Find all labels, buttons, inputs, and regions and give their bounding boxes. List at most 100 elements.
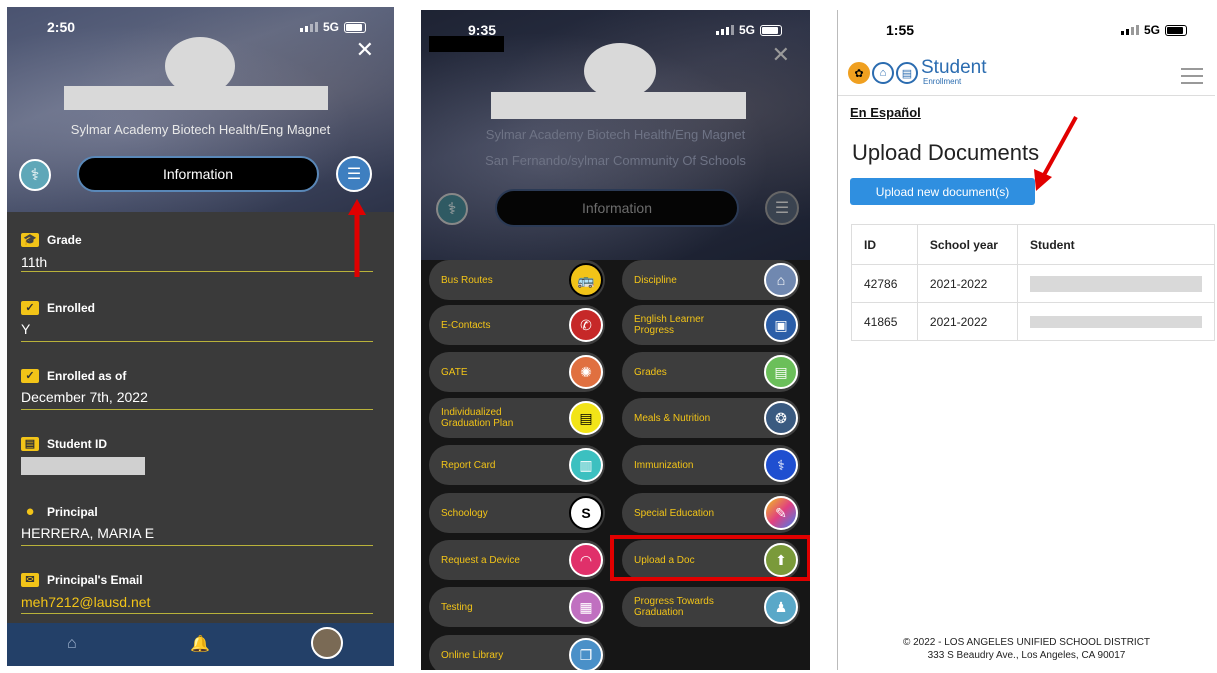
menu-e-contacts[interactable]: E-Contacts ✆ bbox=[429, 305, 605, 345]
lausd-seal-icon: ✿ bbox=[848, 62, 870, 84]
network-label: 5G bbox=[322, 20, 339, 34]
information-button[interactable]: Information bbox=[495, 189, 739, 227]
badge-icon[interactable]: ⚕ bbox=[436, 193, 468, 225]
menu-label: Individualized Graduation Plan bbox=[441, 407, 514, 429]
divider bbox=[21, 271, 373, 272]
field-value-enrolled: Y bbox=[21, 321, 31, 337]
enrollment-document-icon: ▤ bbox=[896, 62, 918, 84]
field-label-principal-email: Principal's Email bbox=[47, 573, 143, 587]
list-menu-icon[interactable]: ☰ bbox=[765, 191, 799, 225]
mail-icon: ✉ bbox=[21, 573, 39, 587]
menu-label: Grades bbox=[634, 366, 667, 378]
menu-gate[interactable]: GATE ✺ bbox=[429, 352, 605, 392]
status-time: 1:55 bbox=[886, 22, 915, 38]
redacted-block bbox=[429, 36, 504, 52]
community-name: San Fernando/sylmar Community Of Schools bbox=[485, 153, 746, 168]
page-footer: © 2022 - LOS ANGELES UNIFIED SCHOOL DIST… bbox=[838, 636, 1215, 662]
menu-meals-nutrition[interactable]: Meals & Nutrition ❂ bbox=[622, 398, 800, 438]
redacted-name bbox=[64, 86, 328, 110]
school-house-icon: ⌂ bbox=[764, 263, 798, 297]
utensils-icon: ❂ bbox=[764, 401, 798, 435]
field-value-principal-email[interactable]: meh7212@lausd.net bbox=[21, 594, 150, 610]
battery-icon bbox=[1165, 24, 1187, 36]
caduceus-icon: ⚕ bbox=[764, 448, 798, 482]
divider bbox=[21, 613, 373, 614]
cell-school-year: 2021-2022 bbox=[916, 264, 1019, 303]
menu-label: English Learner Progress bbox=[634, 314, 705, 336]
menu-label: Meals & Nutrition bbox=[634, 412, 711, 424]
checkbox-icon: ✓ bbox=[21, 301, 39, 315]
menu-testing[interactable]: Testing ▦ bbox=[429, 587, 605, 627]
school-name: Sylmar Academy Biotech Health/Eng Magnet bbox=[70, 122, 331, 137]
upload-new-documents-button[interactable]: Upload new document(s) bbox=[850, 178, 1035, 205]
table-row[interactable]: 42786 2021-2022 bbox=[851, 264, 1215, 303]
menu-label: Schoology bbox=[441, 507, 488, 519]
footer-copyright: © 2022 - LOS ANGELES UNIFIED SCHOOL DIST… bbox=[902, 637, 1151, 648]
cell-school-year: 2021-2022 bbox=[916, 302, 1019, 341]
battery-icon bbox=[760, 24, 782, 36]
table-row[interactable]: 41865 2021-2022 bbox=[851, 302, 1215, 341]
menu-progress-towards-graduation[interactable]: Progress Towards Graduation ♟ bbox=[622, 587, 800, 627]
hamburger-menu-icon[interactable] bbox=[1181, 68, 1203, 89]
documents-table: ID School year Student 42786 2021-2022 4… bbox=[851, 224, 1215, 341]
menu-request-a-device[interactable]: Request a Device ◠ bbox=[429, 540, 605, 580]
home-icon[interactable]: ⌂ bbox=[67, 635, 77, 653]
close-icon[interactable]: ✕ bbox=[772, 42, 790, 68]
profile-avatar-icon[interactable] bbox=[311, 627, 343, 659]
field-label-student-id: Student ID bbox=[47, 437, 107, 451]
field-value-enrolled-as-of: December 7th, 2022 bbox=[21, 389, 148, 405]
network-label: 5G bbox=[1143, 23, 1160, 37]
menu-schoology[interactable]: Schoology S bbox=[429, 493, 605, 533]
menu-online-library[interactable]: Online Library ❐ bbox=[429, 635, 605, 670]
status-bar: 1:55 5G bbox=[838, 18, 1215, 40]
menu-special-education[interactable]: Special Education ✎ bbox=[622, 493, 800, 533]
menu-grades[interactable]: Grades ▤ bbox=[622, 352, 800, 392]
phone-screenshot-information: 2:50 5G ✕ Sylmar Academy Biotech Health/… bbox=[7, 7, 394, 666]
schoology-icon: S bbox=[569, 496, 603, 530]
badge-icon[interactable]: ⚕ bbox=[19, 159, 51, 191]
field-label-enrolled: Enrolled bbox=[47, 301, 96, 315]
column-header-id: ID bbox=[851, 224, 918, 265]
cell-student bbox=[1017, 264, 1215, 303]
divider bbox=[21, 545, 373, 546]
red-arrow-annotation bbox=[1034, 116, 1078, 191]
menu-report-card[interactable]: Report Card ▥ bbox=[429, 445, 605, 485]
redacted-student-id bbox=[21, 457, 145, 475]
list-menu-icon[interactable]: ☰ bbox=[336, 156, 372, 192]
bottom-tab-bar: ⌂ 🔔 bbox=[7, 623, 394, 666]
redacted-student-name bbox=[1030, 315, 1202, 328]
menu-label: Special Education bbox=[634, 507, 715, 519]
redacted-name bbox=[491, 92, 746, 119]
redacted-student-name bbox=[1030, 275, 1202, 292]
menu-individualized-graduation-plan[interactable]: Individualized Graduation Plan ▤ bbox=[429, 398, 605, 438]
wifi-icon: ◠ bbox=[569, 543, 603, 577]
graduation-cap-icon: 🎓 bbox=[21, 233, 39, 247]
checkbox-icon: ✓ bbox=[21, 369, 39, 383]
menu-bus-routes[interactable]: Bus Routes 🚌 bbox=[429, 260, 605, 300]
cell-student bbox=[1017, 302, 1215, 341]
close-icon[interactable]: ✕ bbox=[356, 37, 374, 63]
field-label-grade: Grade bbox=[47, 233, 82, 247]
graduate-icon: ♟ bbox=[764, 590, 798, 624]
table-header-row: ID School year Student bbox=[851, 224, 1215, 265]
menu-discipline[interactable]: Discipline ⌂ bbox=[622, 260, 800, 300]
divider bbox=[21, 409, 373, 410]
menu-label: Request a Device bbox=[441, 554, 520, 566]
spanish-language-link[interactable]: En Español bbox=[850, 105, 921, 120]
phone-screenshot-upload-documents: 1:55 5G ✿ ⌂ ▤ Student Enrollment En Espa… bbox=[837, 10, 1215, 670]
menu-immunization[interactable]: Immunization ⚕ bbox=[622, 445, 800, 485]
logo-subtitle: Enrollment bbox=[923, 77, 962, 86]
status-time: 2:50 bbox=[47, 19, 76, 35]
menu-english-learner-progress[interactable]: English Learner Progress ▣ bbox=[622, 305, 800, 345]
report-icon: ▥ bbox=[569, 448, 603, 482]
field-value-principal: HERRERA, MARIA E bbox=[21, 525, 155, 541]
id-card-icon: ▤ bbox=[21, 437, 39, 451]
logo-title: Student bbox=[921, 57, 987, 78]
highlight-annotation bbox=[610, 535, 810, 581]
bell-icon[interactable]: 🔔 bbox=[190, 634, 210, 654]
information-button[interactable]: Information bbox=[77, 156, 319, 192]
status-bar: 2:50 5G bbox=[7, 15, 394, 37]
red-arrow-annotation bbox=[348, 199, 366, 277]
menu-label: E-Contacts bbox=[441, 319, 491, 331]
signal-icon bbox=[1120, 25, 1139, 35]
